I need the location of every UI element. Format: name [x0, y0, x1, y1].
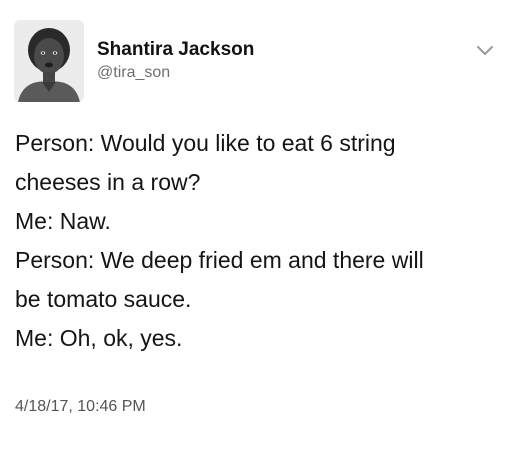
chevron-down-icon[interactable]	[476, 44, 494, 56]
tweet-line: cheeses in a row?	[15, 169, 201, 195]
tweet-line: Me: Naw.	[15, 208, 111, 234]
tweet-line: Me: Oh, ok, yes.	[15, 325, 183, 351]
tweet-header: Shantira Jackson @tira_son	[14, 20, 496, 104]
author-handle[interactable]: @tira_son	[97, 64, 170, 82]
profile-photo-icon	[14, 20, 84, 102]
author-display-name[interactable]: Shantira Jackson	[97, 39, 254, 61]
avatar[interactable]	[14, 20, 84, 102]
tweet-card: Shantira Jackson @tira_son Person: Would…	[0, 0, 510, 450]
tweet-text: Person: Would you like to eat 6 string c…	[15, 124, 500, 358]
tweet-line: Person: Would you like to eat 6 string	[15, 130, 396, 156]
tweet-line: Person: We deep fried em and there will	[15, 247, 424, 273]
tweet-line: be tomato sauce.	[15, 286, 192, 312]
tweet-timestamp[interactable]: 4/18/17, 10:46 PM	[15, 398, 146, 416]
